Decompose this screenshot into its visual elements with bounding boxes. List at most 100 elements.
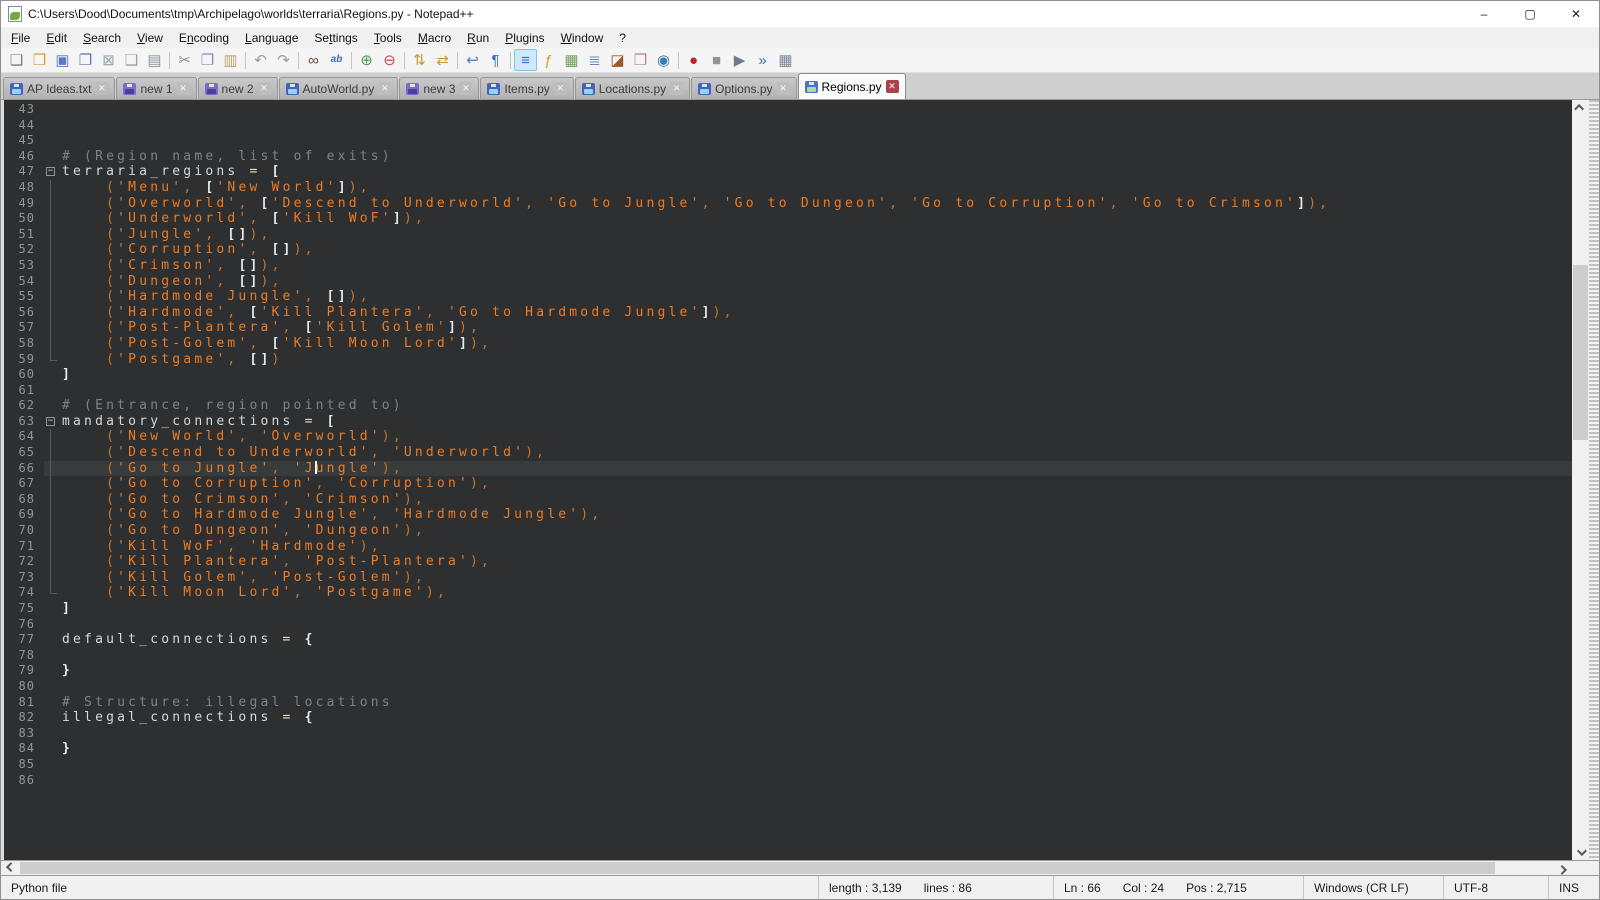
horizontal-scroll-thumb[interactable] [20, 862, 1495, 874]
menu-plugins[interactable]: Plugins [497, 29, 552, 47]
code-line-62[interactable]: 62# (Entrance, region pointed to) [4, 398, 1572, 414]
view-file-button[interactable]: ◉ [652, 49, 675, 71]
code-line-80[interactable]: 80 [4, 679, 1572, 695]
line-number[interactable]: 70 [4, 523, 44, 539]
line-number[interactable]: 55 [4, 289, 44, 305]
code-line-45[interactable]: 45 [4, 133, 1572, 149]
code-line-48[interactable]: 48 ('Menu', ['New World']), [4, 180, 1572, 196]
word-wrap-button[interactable]: ↩ [461, 49, 484, 71]
line-number[interactable]: 58 [4, 336, 44, 352]
replace-button[interactable]: ab [325, 49, 348, 71]
code-line-83[interactable]: 83 [4, 726, 1572, 742]
scroll-down-arrow-icon[interactable] [1572, 845, 1589, 860]
code-line-49[interactable]: 49 ('Overworld', ['Descend to Underworld… [4, 196, 1572, 212]
code-line-46[interactable]: 46# (Region name, list of exits) [4, 149, 1572, 165]
paste-button[interactable]: ▥ [219, 49, 242, 71]
menu-help[interactable]: ? [611, 29, 634, 47]
line-number[interactable]: 82 [4, 710, 44, 726]
tab-close-icon[interactable]: ✕ [378, 82, 391, 95]
line-number[interactable]: 73 [4, 570, 44, 586]
macro-stop-button[interactable]: ■ [705, 49, 728, 71]
indent-guide-button[interactable]: ≡ [514, 49, 537, 71]
line-number[interactable]: 76 [4, 617, 44, 633]
menu-search[interactable]: Search [75, 29, 129, 47]
scroll-right-arrow-icon[interactable] [1555, 861, 1572, 875]
scroll-left-arrow-icon[interactable] [1, 861, 18, 875]
menu-edit[interactable]: Edit [38, 29, 75, 47]
macro-run-multiple-button[interactable]: » [751, 49, 774, 71]
sync-horizontal-button[interactable]: ⇄ [431, 49, 454, 71]
line-number[interactable]: 57 [4, 320, 44, 336]
tab-ap-ideas-txt[interactable]: AP Ideas.txt✕ [3, 77, 115, 99]
code-line-77[interactable]: 77default_connections = { [4, 632, 1572, 648]
line-number[interactable]: 44 [4, 118, 44, 134]
tab-close-icon[interactable]: ✕ [777, 82, 790, 95]
code-line-56[interactable]: 56 ('Hardmode', ['Kill Plantera', 'Go to… [4, 305, 1572, 321]
code-line-55[interactable]: 55 ('Hardmode Jungle', []), [4, 289, 1572, 305]
zoom-in-button[interactable]: ⊕ [355, 49, 378, 71]
code-line-84[interactable]: 84} [4, 741, 1572, 757]
line-number[interactable]: 47 [4, 164, 44, 180]
code-line-69[interactable]: 69 ('Go to Hardmode Jungle', 'Hardmode J… [4, 507, 1572, 523]
menu-view[interactable]: View [129, 29, 171, 47]
line-number[interactable]: 60 [4, 367, 44, 383]
tab-close-icon[interactable]: ✕ [258, 82, 271, 95]
menu-file[interactable]: File [3, 29, 38, 47]
close-button[interactable]: ⊠ [97, 49, 120, 71]
vertical-scroll-track[interactable] [1572, 115, 1589, 845]
tab-new-1[interactable]: new 1✕ [116, 77, 196, 99]
code-line-81[interactable]: 81# Structure: illegal locations [4, 695, 1572, 711]
line-number[interactable]: 65 [4, 445, 44, 461]
document-map-button[interactable]: ▦ [560, 49, 583, 71]
fold-margin[interactable]: − [44, 164, 62, 180]
fold-collapse-icon[interactable]: − [46, 417, 55, 426]
code-line-78[interactable]: 78 [4, 648, 1572, 664]
tab-close-icon[interactable]: ✕ [95, 82, 108, 95]
macro-save-button[interactable]: ▦ [774, 49, 797, 71]
open-file-button[interactable]: ❒ [28, 49, 51, 71]
menu-settings[interactable]: Settings [306, 29, 365, 47]
zoom-out-button[interactable]: ⊖ [378, 49, 401, 71]
code-line-67[interactable]: 67 ('Go to Corruption', 'Corruption'), [4, 476, 1572, 492]
fold-collapse-icon[interactable]: − [46, 167, 55, 176]
code-line-52[interactable]: 52 ('Corruption', []), [4, 242, 1572, 258]
line-number[interactable]: 79 [4, 663, 44, 679]
line-number[interactable]: 50 [4, 211, 44, 227]
tab-close-icon[interactable]: ✕ [177, 82, 190, 95]
tab-regions-py[interactable]: Regions.py✕ [798, 73, 906, 99]
maximize-button[interactable]: ▢ [1507, 1, 1553, 27]
code-line-47[interactable]: 47−terraria_regions = [ [4, 164, 1572, 180]
code-area[interactable]: 43444546# (Region name, list of exits)47… [4, 100, 1572, 860]
code-line-85[interactable]: 85 [4, 757, 1572, 773]
line-number[interactable]: 63 [4, 414, 44, 430]
code-line-72[interactable]: 72 ('Kill Plantera', 'Post-Plantera'), [4, 554, 1572, 570]
close-all-button[interactable]: ❑ [120, 49, 143, 71]
sync-vertical-button[interactable]: ⇅ [408, 49, 431, 71]
line-number[interactable]: 59 [4, 352, 44, 368]
menu-run[interactable]: Run [459, 29, 497, 47]
line-number[interactable]: 67 [4, 476, 44, 492]
horizontal-scroll-track[interactable] [18, 861, 1555, 875]
code-line-51[interactable]: 51 ('Jungle', []), [4, 227, 1572, 243]
line-number[interactable]: 52 [4, 242, 44, 258]
folder-as-workspace-button[interactable]: ❒ [629, 49, 652, 71]
tab-close-icon[interactable]: ✕ [886, 80, 899, 93]
code-line-76[interactable]: 76 [4, 617, 1572, 633]
menu-macro[interactable]: Macro [410, 29, 459, 47]
horizontal-scrollbar[interactable] [1, 860, 1599, 875]
line-number[interactable]: 80 [4, 679, 44, 695]
undo-button[interactable]: ↶ [249, 49, 272, 71]
close-button[interactable]: ✕ [1553, 1, 1599, 27]
code-line-66[interactable]: 66 ('Go to Jungle', 'Jungle'), [4, 461, 1572, 477]
tab-new-2[interactable]: new 2✕ [198, 77, 278, 99]
file-monitoring-button[interactable]: ◪ [606, 49, 629, 71]
line-number[interactable]: 85 [4, 757, 44, 773]
find-button[interactable]: ∞ [302, 49, 325, 71]
code-line-60[interactable]: 60] [4, 367, 1572, 383]
save-button[interactable]: ▣ [51, 49, 74, 71]
line-number[interactable]: 64 [4, 429, 44, 445]
code-line-44[interactable]: 44 [4, 118, 1572, 134]
line-number[interactable]: 56 [4, 305, 44, 321]
line-number[interactable]: 45 [4, 133, 44, 149]
code-line-75[interactable]: 75] [4, 601, 1572, 617]
